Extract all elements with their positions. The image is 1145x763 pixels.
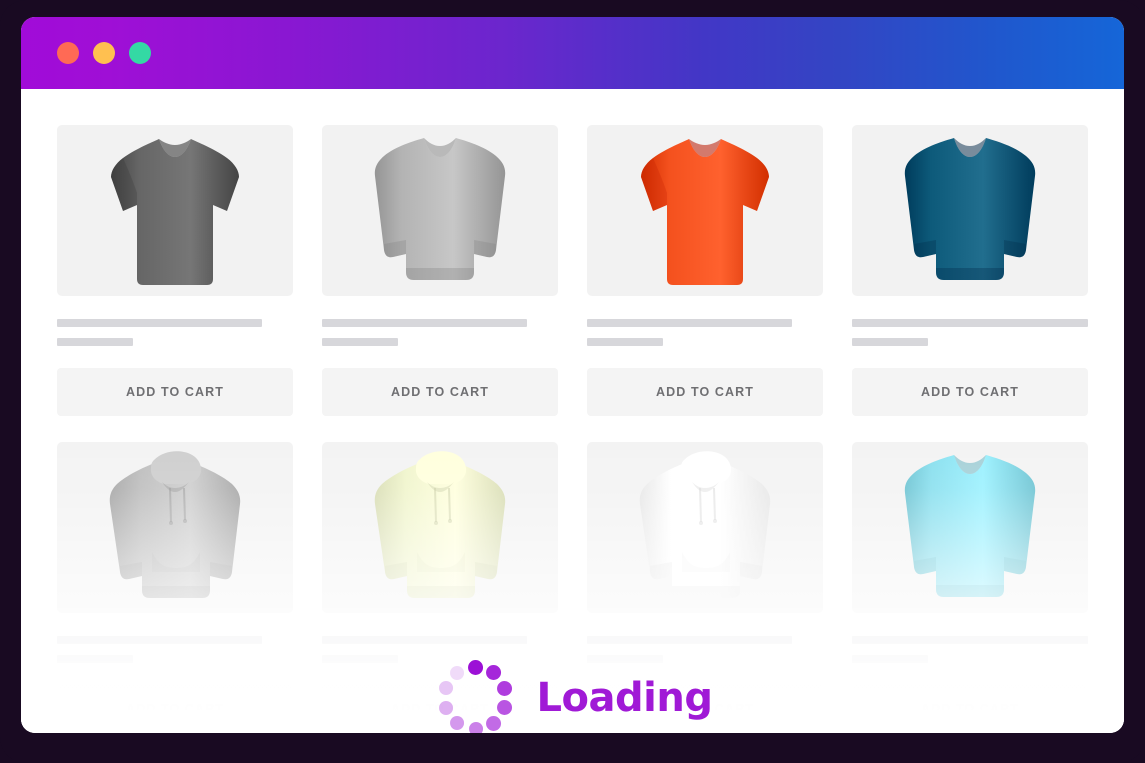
- spinner-dot: [486, 665, 502, 681]
- close-button[interactable]: [57, 42, 79, 64]
- product-text-skeleton: [57, 296, 293, 346]
- product-card[interactable]: ADD TO CART: [852, 442, 1088, 733]
- skeleton-title-bar: [322, 636, 528, 644]
- skeleton-title-bar: [322, 319, 528, 327]
- spinner-dot: [450, 716, 465, 731]
- skeleton-title-bar: [852, 636, 1088, 644]
- product-card[interactable]: ADD TO CART: [322, 125, 558, 416]
- product-thumbnail[interactable]: [322, 125, 558, 296]
- product-card[interactable]: ADD TO CART: [57, 442, 293, 733]
- product-text-skeleton: [852, 296, 1088, 346]
- skeleton-meta-bar: [57, 338, 133, 346]
- product-thumbnail[interactable]: [322, 442, 558, 613]
- spinner-dot: [439, 700, 454, 715]
- add-to-cart-button[interactable]: ADD TO CART: [852, 685, 1088, 733]
- skeleton-title-bar: [852, 319, 1088, 327]
- add-to-cart-button[interactable]: ADD TO CART: [587, 368, 823, 416]
- add-to-cart-button[interactable]: ADD TO CART: [57, 368, 293, 416]
- skeleton-meta-bar: [57, 655, 133, 663]
- product-text-skeleton: [852, 613, 1088, 663]
- product-thumbnail[interactable]: [587, 125, 823, 296]
- loading-indicator: Loading: [433, 655, 713, 733]
- skeleton-title-bar: [57, 636, 263, 644]
- spinner-dot: [468, 659, 484, 675]
- spinner-dot: [497, 700, 513, 716]
- skeleton-meta-bar: [852, 655, 928, 663]
- browser-window: ADD TO CART ADD TO CART ADD TO CART ADD …: [21, 17, 1124, 733]
- skeleton-meta-bar: [587, 338, 663, 346]
- product-thumbnail[interactable]: [57, 442, 293, 613]
- skeleton-title-bar: [587, 636, 793, 644]
- skeleton-meta-bar: [322, 338, 398, 346]
- skeleton-meta-bar: [852, 338, 928, 346]
- product-thumbnail[interactable]: [852, 442, 1088, 613]
- product-card[interactable]: ADD TO CART: [57, 125, 293, 416]
- product-grid: ADD TO CART ADD TO CART ADD TO CART ADD …: [21, 89, 1124, 733]
- spinner-dot: [450, 665, 465, 680]
- product-card[interactable]: ADD TO CART: [587, 125, 823, 416]
- product-thumbnail[interactable]: [57, 125, 293, 296]
- skeleton-title-bar: [587, 319, 793, 327]
- page-content: ADD TO CART ADD TO CART ADD TO CART ADD …: [21, 89, 1124, 733]
- product-thumbnail[interactable]: [852, 125, 1088, 296]
- desktop-backdrop: ADD TO CART ADD TO CART ADD TO CART ADD …: [0, 0, 1145, 763]
- add-to-cart-button[interactable]: ADD TO CART: [322, 368, 558, 416]
- product-thumbnail[interactable]: [587, 442, 823, 613]
- spinner-dot: [486, 715, 502, 731]
- spinner-dot: [468, 722, 483, 733]
- spinner-dot: [439, 681, 454, 696]
- skeleton-title-bar: [57, 319, 263, 327]
- minimize-button[interactable]: [93, 42, 115, 64]
- window-titlebar: [21, 17, 1124, 89]
- product-text-skeleton: [57, 613, 293, 663]
- maximize-button[interactable]: [129, 42, 151, 64]
- add-to-cart-button[interactable]: ADD TO CART: [57, 685, 293, 733]
- spinner-icon: [433, 655, 519, 733]
- product-card[interactable]: ADD TO CART: [852, 125, 1088, 416]
- product-text-skeleton: [322, 296, 558, 346]
- skeleton-meta-bar: [322, 655, 398, 663]
- spinner-dot: [497, 680, 513, 696]
- add-to-cart-button[interactable]: ADD TO CART: [852, 368, 1088, 416]
- loading-label: Loading: [536, 675, 713, 721]
- product-text-skeleton: [587, 296, 823, 346]
